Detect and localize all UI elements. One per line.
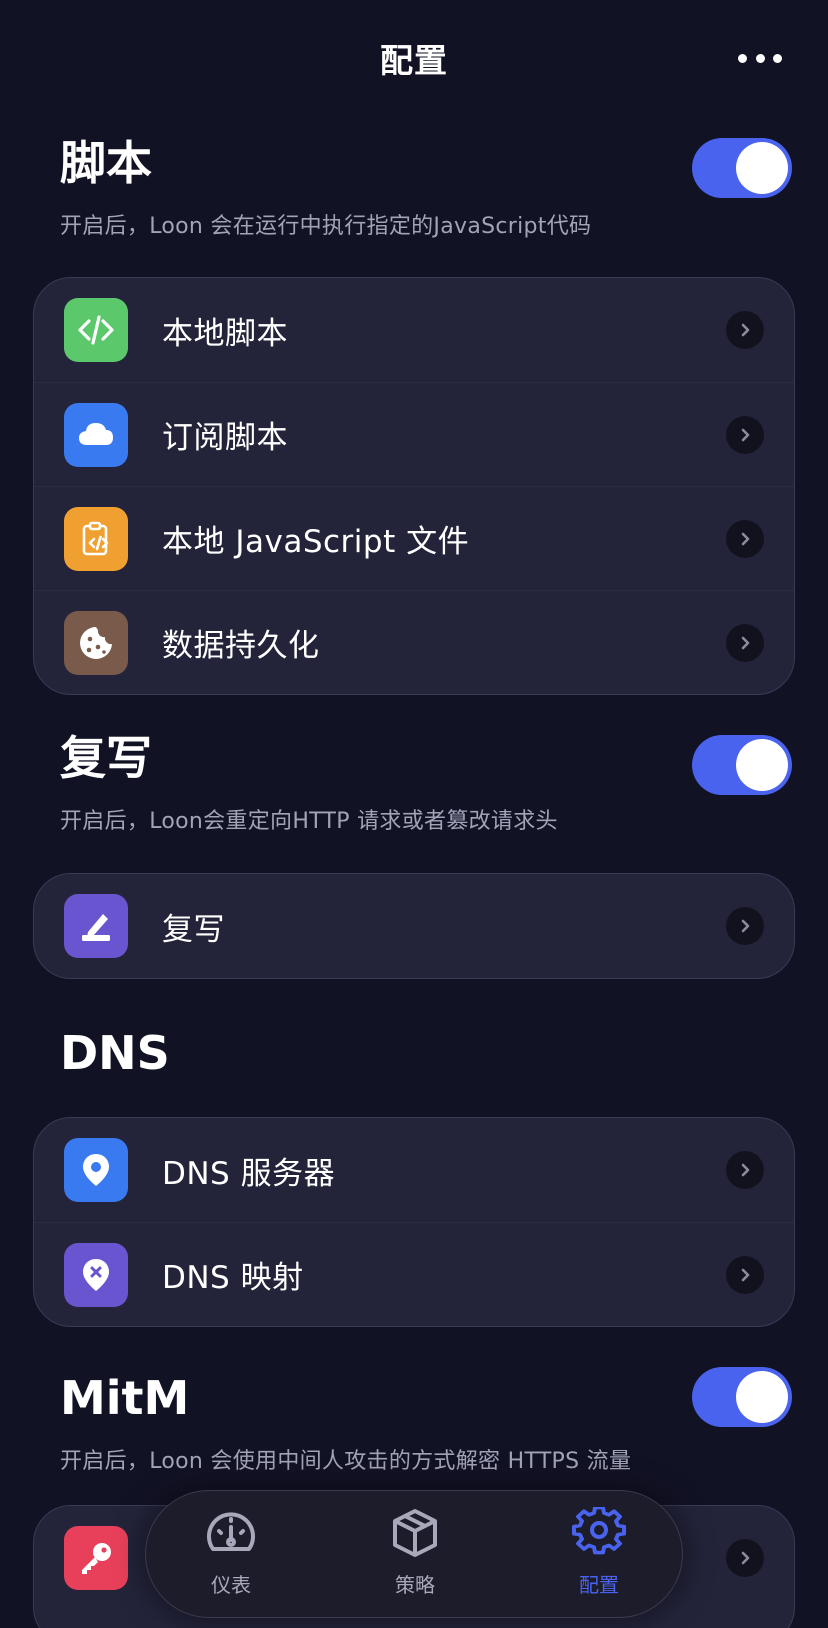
more-dot-icon [755, 53, 765, 63]
more-dot-icon [738, 53, 747, 63]
list-item-local-script[interactable]: 本地脚本 [34, 278, 794, 382]
pen-icon [64, 894, 128, 958]
tab-dashboard[interactable]: 仪表 [171, 1507, 291, 1603]
section-description: 开启后，Loon 会在运行中执行指定的JavaScript代码 [60, 214, 592, 239]
dns-section-header: DNS [60, 1030, 828, 1076]
list-item-label: DNS 映射 [162, 1260, 304, 1296]
tab-label: 配置 [579, 1573, 619, 1597]
cube-icon [393, 1509, 437, 1557]
chevron-right-icon [726, 416, 764, 454]
list-item-rewrite[interactable]: 复写 [34, 874, 794, 978]
more-dot-icon [773, 53, 782, 63]
list-item-dns-server[interactable]: DNS 服务器 [34, 1118, 794, 1222]
tab-label: 仪表 [211, 1573, 251, 1597]
cookie-icon [64, 611, 128, 675]
mitm-toggle[interactable] [692, 1367, 792, 1427]
tab-bar: 仪表 策略 配置 [145, 1490, 683, 1618]
chevron-right-icon [726, 624, 764, 662]
key-icon [64, 1526, 128, 1590]
location-pin-icon [64, 1138, 128, 1202]
list-item-data-persistence[interactable]: 数据持久化 [34, 590, 794, 694]
list-item-label: 数据持久化 [162, 628, 320, 664]
chevron-right-icon [726, 311, 764, 349]
section-description: 开启后，Loon 会使用中间人攻击的方式解密 HTTPS 流量 [60, 1449, 632, 1474]
script-card: 本地脚本 订阅脚本 本地 JavaScript 文件 数据持久化 [33, 277, 795, 695]
gear-icon [572, 1507, 626, 1555]
chevron-right-icon [726, 1151, 764, 1189]
toggle-knob [736, 1371, 788, 1423]
chevron-right-icon [726, 1256, 764, 1294]
more-options-button[interactable] [738, 44, 782, 72]
tab-strategy[interactable]: 策略 [355, 1507, 475, 1603]
navigation-bar: 配置 [0, 0, 828, 112]
tab-config[interactable]: 配置 [539, 1507, 659, 1603]
dns-card: DNS 服务器 DNS 映射 [33, 1117, 795, 1327]
list-item-dns-mapping[interactable]: DNS 映射 [34, 1222, 794, 1326]
toggle-knob [736, 142, 788, 194]
list-item-label: DNS 服务器 [162, 1155, 336, 1192]
list-item-label: 订阅脚本 [162, 420, 288, 456]
pin-cross-icon [64, 1243, 128, 1307]
list-item-subscribed-script[interactable]: 订阅脚本 [34, 382, 794, 486]
page-title: 配置 [380, 41, 448, 80]
chevron-right-icon [726, 1539, 764, 1577]
list-item-label: 本地 JavaScript 文件 [162, 524, 470, 560]
toggle-knob [736, 739, 788, 791]
list-item-label: 复写 [162, 911, 225, 948]
list-item-label: 本地脚本 [162, 315, 288, 352]
chevron-right-icon [726, 907, 764, 945]
tab-label: 策略 [395, 1573, 435, 1597]
list-item-local-js-file[interactable]: 本地 JavaScript 文件 [34, 486, 794, 590]
cloud-icon [64, 403, 128, 467]
script-toggle[interactable] [692, 138, 792, 198]
clipboard-code-icon [64, 507, 128, 571]
rewrite-card: 复写 [33, 873, 795, 979]
section-title: DNS [60, 1026, 170, 1080]
code-icon [64, 298, 128, 362]
section-description: 开启后，Loon会重定向HTTP 请求或者篡改请求头 [60, 809, 558, 834]
dashboard-icon [207, 1512, 255, 1551]
chevron-right-icon [726, 520, 764, 558]
rewrite-toggle[interactable] [692, 735, 792, 795]
